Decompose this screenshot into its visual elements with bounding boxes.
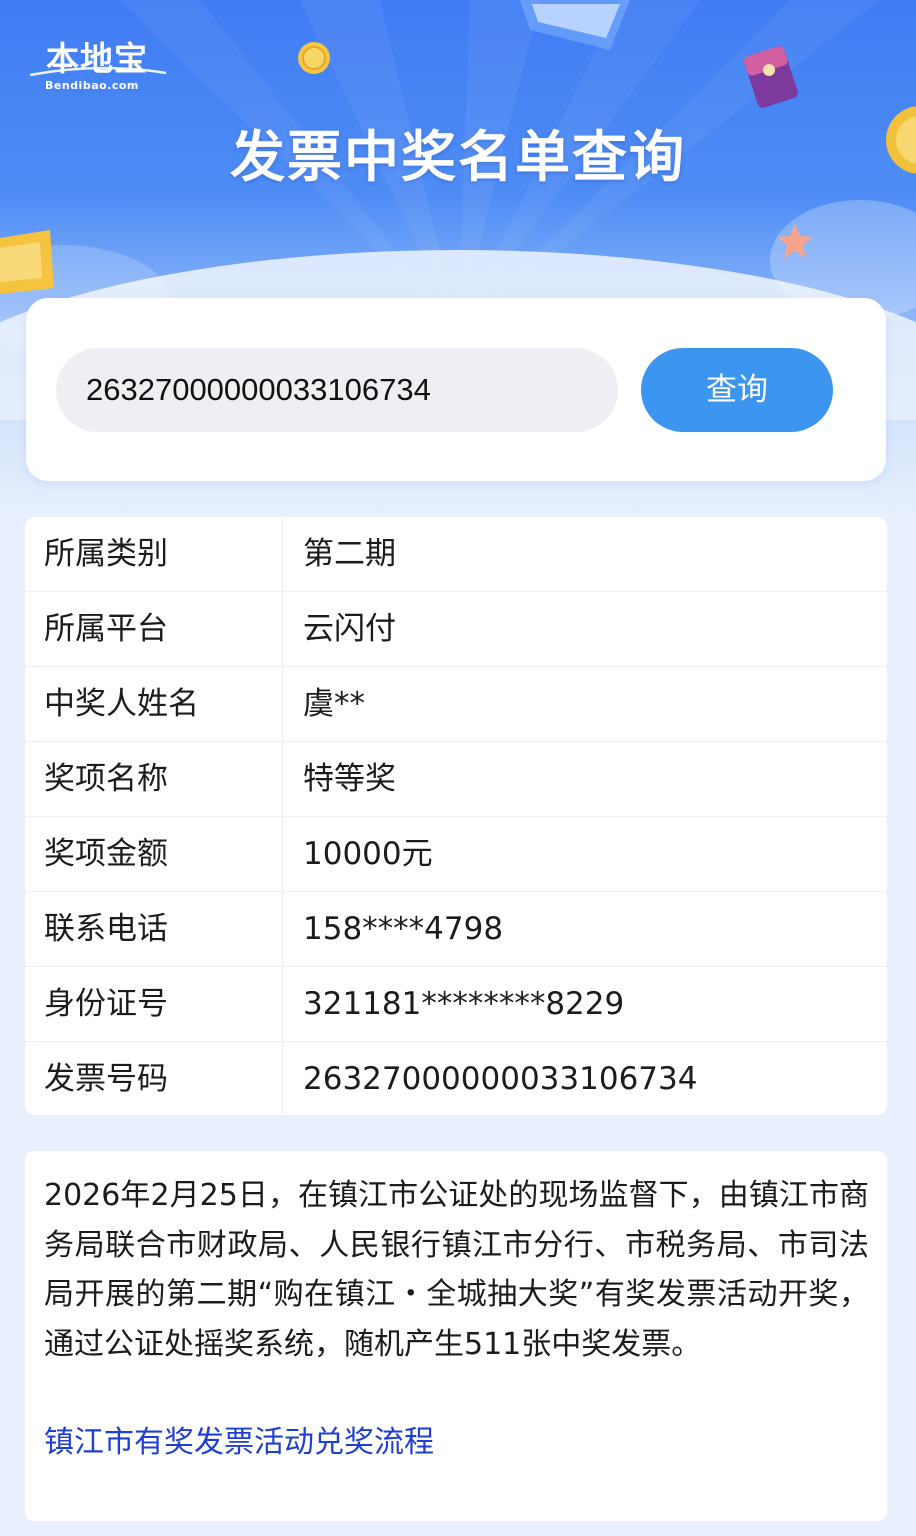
page-title: 发票中奖名单查询 — [229, 125, 686, 189]
gold-ticket-icon — [0, 230, 54, 294]
brand-domain: Bendibao.com — [45, 79, 139, 92]
query-button[interactable]: 查询 — [641, 348, 833, 432]
row-label: 身份证号 — [25, 967, 283, 1041]
row-prize-name: 奖项名称 特等奖 — [25, 742, 887, 817]
row-value: 10000元 — [303, 836, 433, 872]
row-value: 虞** — [303, 686, 365, 722]
row-phone: 联系电话 158****4798 — [25, 892, 887, 967]
row-label: 联系电话 — [25, 892, 283, 966]
row-label: 所属类别 — [25, 517, 283, 591]
row-label: 中奖人姓名 — [25, 667, 283, 741]
row-value: 特等奖 — [303, 761, 396, 797]
logo-swoosh-icon — [29, 66, 167, 77]
row-invoice-number: 发票号码 26327000000033106734 — [25, 1042, 887, 1115]
notice-text: 2026年2月25日，在镇江市公证处的现场监督下，由镇江市商务局联合市财政局、人… — [44, 1178, 869, 1362]
row-value: 26327000000033106734 — [303, 1061, 698, 1097]
row-value: 321181********8229 — [303, 986, 625, 1022]
row-label: 发票号码 — [25, 1042, 283, 1115]
row-value: 云闪付 — [303, 611, 396, 647]
row-id-number: 身份证号 321181********8229 — [25, 967, 887, 1042]
row-value: 第二期 — [303, 536, 396, 572]
row-label: 所属平台 — [25, 592, 283, 666]
red-envelope-icon — [743, 46, 799, 108]
row-platform: 所属平台 云闪付 — [25, 592, 887, 667]
row-category: 所属类别 第二期 — [25, 517, 887, 592]
row-prize-amount: 奖项金额 10000元 — [25, 817, 887, 892]
coin-icon — [298, 42, 330, 74]
redemption-process-link[interactable]: 镇江市有奖发票活动兑奖流程 — [44, 1418, 869, 1467]
result-table: 所属类别 第二期 所属平台 云闪付 中奖人姓名 虞** 奖项名称 特等奖 奖项金… — [25, 517, 887, 1115]
star-icon — [777, 224, 813, 258]
row-label: 奖项名称 — [25, 742, 283, 816]
search-card: 查询 — [26, 298, 886, 481]
row-label: 奖项金额 — [25, 817, 283, 891]
brand-logo[interactable]: 本地宝 Bendibao.com — [28, 30, 168, 100]
row-value: 158****4798 — [303, 911, 504, 947]
invoice-number-input[interactable] — [56, 348, 618, 432]
row-winner-name: 中奖人姓名 虞** — [25, 667, 887, 742]
notice-card: 2026年2月25日，在镇江市公证处的现场监督下，由镇江市商务局联合市财政局、人… — [25, 1151, 887, 1521]
ticket-strip-icon — [520, 0, 630, 50]
